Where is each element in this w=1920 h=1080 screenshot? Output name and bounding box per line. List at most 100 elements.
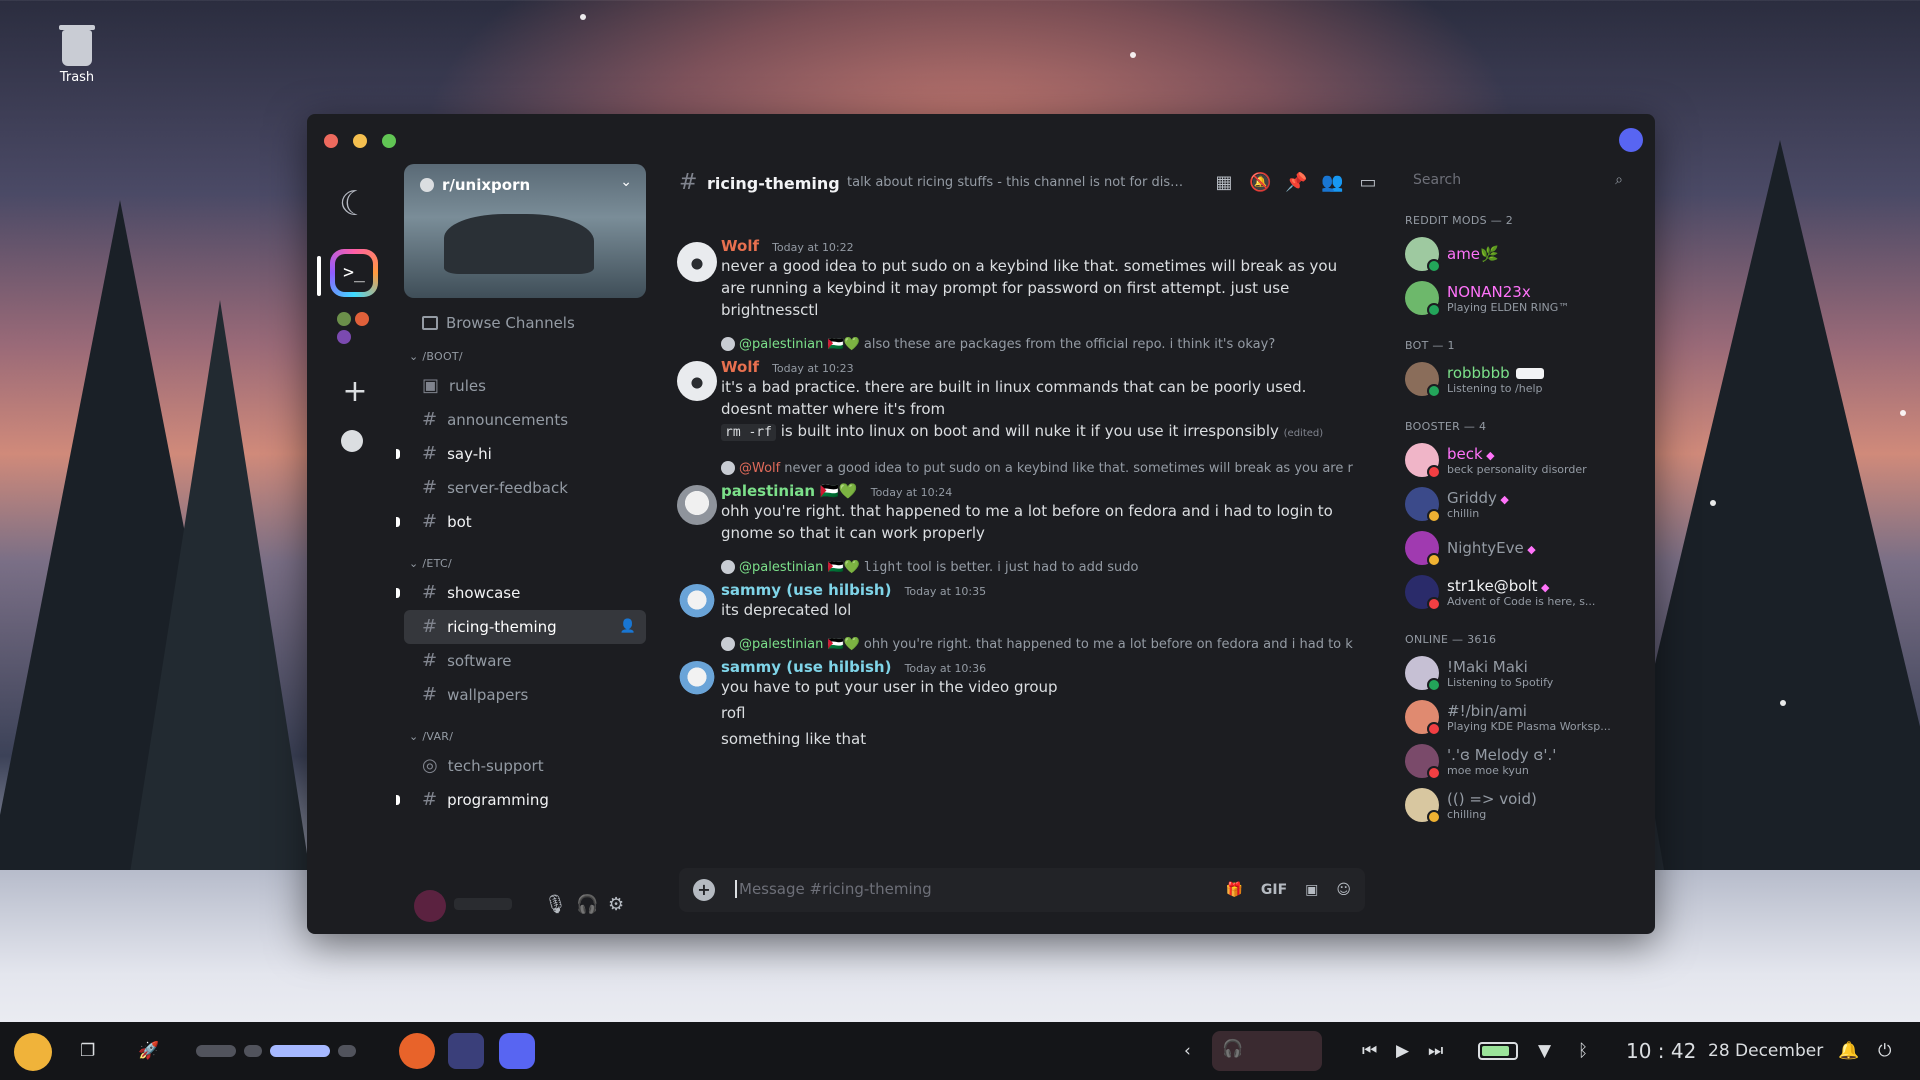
search-input[interactable]: Search ⌕ [1409, 164, 1629, 196]
message[interactable]: @palestinian 🇵🇸💚 ohh you're right. that h… [665, 637, 1359, 750]
category-var[interactable]: /VAR/ [409, 730, 646, 743]
channel-showcase[interactable]: # showcase [396, 576, 646, 610]
reply-preview[interactable]: @palestinian 🇵🇸💚 light tool is better. i … [721, 560, 1359, 578]
power-icon[interactable]: ⏻ [1878, 1022, 1891, 1080]
discord-icon[interactable] [499, 1033, 535, 1069]
sticker-icon[interactable]: ▣ [1305, 882, 1318, 898]
channel-announcements[interactable]: # announcements [404, 403, 646, 437]
minimize-button[interactable] [353, 134, 367, 148]
channel-programming[interactable]: # programming [396, 783, 646, 817]
wifi-icon[interactable]: ▼ [1538, 1022, 1551, 1080]
hash-icon: # [422, 616, 438, 637]
play-icon[interactable]: ▶ [1396, 1022, 1409, 1080]
avatar[interactable] [677, 242, 717, 282]
server-folder[interactable] [337, 312, 373, 348]
desktop-trash[interactable]: Trash [52, 25, 102, 85]
channel-say-hi[interactable]: # say-hi [396, 437, 646, 471]
author-name[interactable]: Wolf [721, 358, 759, 376]
battery-indicator[interactable] [1478, 1042, 1518, 1060]
workspace-pill-active[interactable] [270, 1045, 330, 1057]
bluetooth-icon[interactable]: ᛒ [1578, 1022, 1588, 1080]
member-item[interactable]: (() => void) chilling [1399, 784, 1639, 828]
next-track-icon[interactable]: ⏭ [1428, 1022, 1443, 1080]
channel-bot[interactable]: # bot [396, 505, 646, 539]
maximize-button[interactable] [382, 134, 396, 148]
clock-time[interactable]: 10 : 42 [1626, 1022, 1696, 1080]
member-item[interactable]: beck ◆ beck personality disorder [1399, 439, 1639, 483]
server-unixporn[interactable]: >_ [330, 249, 378, 297]
member-name: beck ◆ [1447, 439, 1639, 463]
member-groups: REDDIT MODS — 2 ame🌿 NONAN23x Playing ELDEN… [1399, 214, 1639, 828]
message[interactable]: @palestinian 🇵🇸💚 light tool is better. i … [665, 560, 1359, 624]
avatar[interactable] [677, 361, 717, 401]
channel-server-feedback[interactable]: # server-feedback [404, 471, 646, 505]
member-item[interactable]: '.'ɞ Melody ɞ'.' moe moe kyun [1399, 740, 1639, 784]
channel-topic[interactable]: talk about ricing stuffs - this channel … [847, 175, 1187, 190]
gif-button[interactable]: GIF [1261, 882, 1287, 898]
channel-rules[interactable]: ▣ rules [404, 369, 646, 403]
message[interactable]: @Wolf never a good idea to put sudo on a … [665, 461, 1359, 544]
member-item[interactable]: !Maki Maki Listening to Spotify [1399, 652, 1639, 696]
explore-icon[interactable] [341, 430, 363, 452]
workspace-pill[interactable] [244, 1045, 262, 1057]
channel-software[interactable]: # software [404, 644, 646, 678]
channel-tech-support[interactable]: ◎ tech-support [404, 749, 646, 783]
reply-preview[interactable]: @Wolf never a good idea to put sudo on a … [721, 461, 1359, 479]
cat-launcher-icon[interactable] [14, 1033, 52, 1071]
media-widget[interactable]: 🎧 [1212, 1031, 1322, 1071]
member-item[interactable]: ame🌿 [1399, 233, 1639, 277]
workspace-pill[interactable] [196, 1045, 236, 1057]
windows-icon[interactable]: ❐ [80, 1022, 95, 1080]
channel-wallpapers[interactable]: # wallpapers [404, 678, 646, 712]
gift-icon[interactable]: 🎁 [1225, 882, 1242, 898]
member-item[interactable]: str1ke@bolt ◆ Advent of Code is here, s..… [1399, 571, 1639, 615]
message-composer[interactable]: + Message #ricing-theming 🎁 GIF ▣ ☺ [679, 868, 1365, 912]
browse-channels[interactable]: Browse Channels [422, 314, 646, 332]
app-icon[interactable] [448, 1033, 484, 1069]
avatar[interactable] [677, 485, 717, 525]
avatar[interactable] [414, 890, 446, 922]
category-etc[interactable]: /ETC/ [409, 557, 646, 570]
bell-icon[interactable]: 🔔 [1838, 1022, 1859, 1080]
emoji-icon[interactable]: ☺ [1336, 882, 1351, 898]
rocket-icon[interactable]: 🚀 [138, 1022, 159, 1080]
member-item[interactable]: NightyEve ◆ [1399, 527, 1639, 571]
previous-track-icon[interactable]: ⏮ [1362, 1022, 1377, 1080]
inbox-icon[interactable]: ▭ [1357, 172, 1379, 194]
threads-icon[interactable]: ▦ [1213, 172, 1235, 194]
avatar[interactable] [677, 661, 717, 701]
add-server-button[interactable]: + [339, 374, 371, 409]
message[interactable]: Wolf Today at 10:22 never a good idea to… [665, 236, 1359, 321]
author-name[interactable]: palestinian 🇵🇸💚 [721, 482, 858, 500]
author-name[interactable]: sammy (use hilbish) [721, 658, 891, 676]
reply-preview[interactable]: @palestinian 🇵🇸💚 also these are packages … [721, 337, 1359, 355]
pin-icon[interactable]: 📌 [1285, 172, 1307, 194]
mute-mic-icon[interactable]: 🎙 [544, 894, 567, 915]
channel-ricing-theming[interactable]: # ricing-theming 👤 [404, 610, 646, 644]
moon-icon[interactable]: ☾ [339, 184, 369, 224]
members-icon[interactable]: 👥 [1321, 172, 1343, 194]
message[interactable]: @palestinian 🇵🇸💚 also these are packages … [665, 337, 1359, 445]
author-name[interactable]: sammy (use hilbish) [721, 581, 891, 599]
workspace-indicator[interactable] [196, 1045, 364, 1057]
close-button[interactable] [324, 134, 338, 148]
message-input[interactable]: Message #ricing-theming [735, 880, 932, 898]
category-boot[interactable]: /BOOT/ [409, 350, 646, 363]
workspace-pill[interactable] [338, 1045, 356, 1057]
add-attachment-button[interactable]: + [693, 879, 715, 901]
mute-icon[interactable]: 🔕 [1249, 172, 1271, 194]
member-item[interactable]: Griddy ◆ chillin [1399, 483, 1639, 527]
firefox-icon[interactable] [399, 1033, 435, 1069]
headphones-icon[interactable]: 🎧 [576, 894, 598, 915]
chevron-left-icon[interactable]: ‹ [1184, 1022, 1191, 1080]
server-banner[interactable]: r/unixporn ⌄ [404, 164, 646, 298]
avatar[interactable] [677, 584, 717, 624]
add-member-icon[interactable]: 👤 [620, 610, 636, 644]
member-item[interactable]: robbbbb BOT Listening to /help [1399, 358, 1639, 402]
member-item[interactable]: #!/bin/ami Playing KDE Plasma Worksp... [1399, 696, 1639, 740]
author-name[interactable]: Wolf [721, 237, 759, 255]
reply-preview[interactable]: @palestinian 🇵🇸💚 ohh you're right. that h… [721, 637, 1359, 655]
reply-text: also these are packages from the officia… [863, 337, 1276, 352]
member-item[interactable]: NONAN23x Playing ELDEN RING™ [1399, 277, 1639, 321]
gear-icon[interactable]: ⚙ [608, 894, 624, 915]
